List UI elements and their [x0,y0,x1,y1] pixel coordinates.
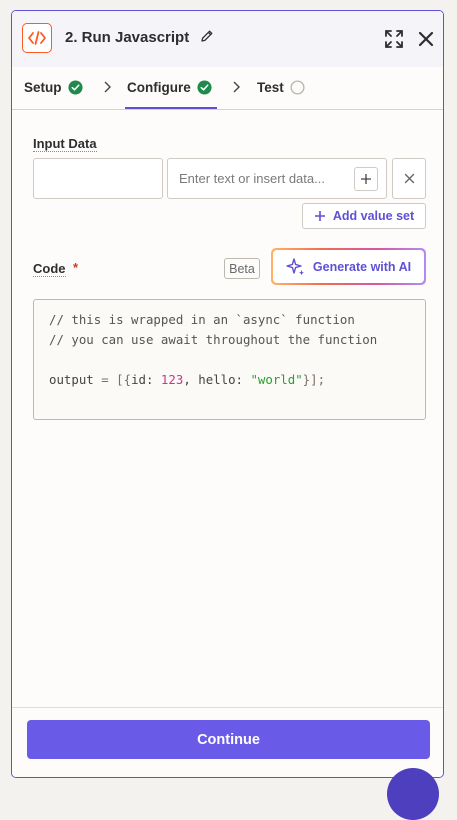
tab-setup[interactable]: Setup [24,80,83,95]
input-data-label: Input Data [33,136,97,152]
chevron-right-icon [104,81,111,93]
generate-with-ai-button[interactable]: Generate with AI [271,248,426,285]
step-title[interactable]: 2. Run Javascript [65,29,189,46]
input-key-field[interactable] [33,158,163,199]
pencil-icon[interactable] [200,29,214,48]
expand-icon[interactable] [384,29,404,54]
step-tabs: Setup Configure Test [12,67,443,110]
help-chat-button[interactable] [387,768,439,820]
beta-badge: Beta [224,258,260,279]
code-token: "world" [250,372,303,387]
empty-circle-icon [290,80,305,95]
panel-header: 2. Run Javascript [12,11,443,67]
generate-with-ai-label: Generate with AI [312,259,412,274]
insert-data-button[interactable] [354,167,378,191]
input-value-placeholder: Enter text or insert data... [179,171,325,186]
remove-value-button[interactable] [392,158,426,199]
code-token: , hello: [183,372,251,387]
close-icon[interactable] [416,29,436,54]
code-token: output [49,372,94,387]
check-circle-icon [197,80,212,95]
code-comment-line: // this is wrapped in an `async` functio… [49,312,355,327]
code-output-line: output = [{id: 123, hello: "world"}]; [49,372,410,392]
close-icon [404,173,414,184]
code-editor[interactable]: // this is wrapped in an `async` functio… [33,299,426,420]
tab-configure-label: Configure [127,80,191,95]
plus-icon [361,174,371,184]
tab-test[interactable]: Test [257,80,305,95]
code-token: }]; [302,372,326,387]
plus-icon [314,211,325,221]
step-editor-panel: 2. Run Javascript Setup Configure Test I… [11,10,444,778]
continue-button[interactable]: Continue [27,720,430,759]
add-value-set-label: Add value set [332,209,415,223]
check-circle-icon [67,80,83,95]
sparkle-icon [286,257,304,275]
tab-test-label: Test [257,80,284,95]
code-token: = [{ [93,372,132,387]
code-token: id: [131,372,161,387]
code-label: Code [33,261,66,277]
chevron-right-icon [233,81,240,93]
tab-configure[interactable]: Configure [127,80,212,95]
code-icon [22,23,52,53]
input-value-field[interactable]: Enter text or insert data... [167,158,387,199]
code-comment-line: // you can use await throughout the func… [49,332,378,347]
tab-setup-label: Setup [24,80,62,95]
add-value-set-button[interactable]: Add value set [302,203,426,229]
code-token: 123 [160,372,184,387]
active-tab-indicator [125,107,217,109]
required-marker: * [73,260,79,275]
